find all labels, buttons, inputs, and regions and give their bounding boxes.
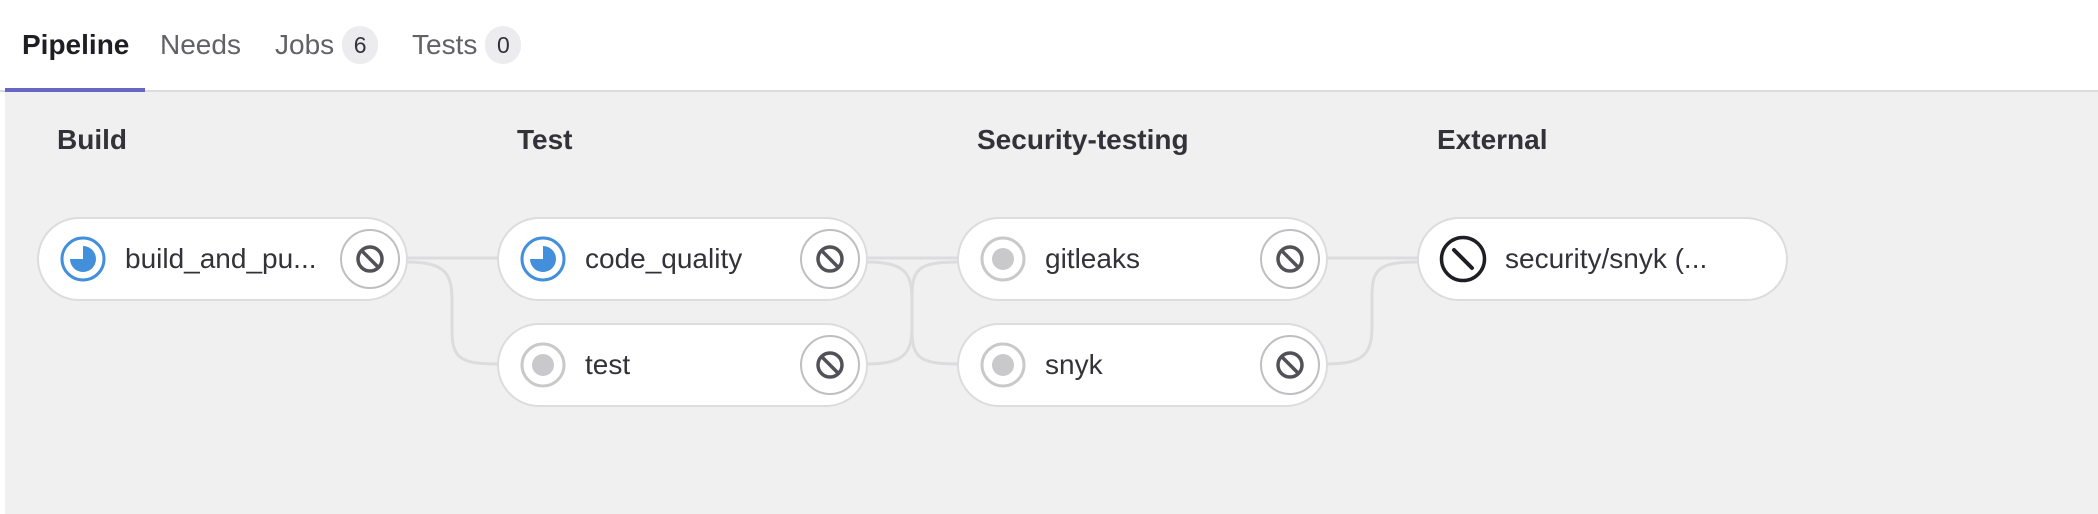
job-security-snyk[interactable]: security/snyk (... — [1417, 217, 1788, 301]
job-gitleaks[interactable]: gitleaks — [957, 217, 1328, 301]
job-name: security/snyk (... — [1505, 243, 1708, 274]
tab-pipeline-label: Pipeline — [22, 29, 130, 60]
job-name: snyk — [1045, 349, 1103, 380]
status-running-icon — [519, 235, 567, 283]
cancel-job-button[interactable] — [800, 229, 860, 289]
tab-needs[interactable]: Needs — [160, 0, 241, 90]
pipeline-page: Pipeline Needs Jobs 6 Tests 0 Build Test… — [0, 0, 2098, 514]
status-created-icon — [519, 341, 567, 389]
cancel-icon — [356, 245, 384, 273]
job-code-quality[interactable]: code_quality — [497, 217, 868, 301]
tab-jobs-label: Jobs — [275, 29, 335, 60]
job-name: build_and_pu... — [125, 243, 317, 274]
stage-title-external: External — [1437, 124, 1548, 155]
cancel-icon — [816, 351, 844, 379]
job-name: code_quality — [585, 243, 743, 274]
job-name: gitleaks — [1045, 243, 1140, 274]
tab-pipeline[interactable]: Pipeline — [5, 0, 146, 92]
jobs-count-badge: 6 — [342, 26, 379, 64]
job-build-and-push[interactable]: build_and_pu... — [37, 217, 408, 301]
cancel-job-button[interactable] — [800, 335, 860, 395]
job-test[interactable]: test — [497, 323, 868, 407]
pipeline-tabs: Pipeline Needs Jobs 6 Tests 0 — [0, 0, 2098, 92]
job-name: test — [585, 349, 631, 380]
cancel-icon — [1276, 245, 1304, 273]
cancel-job-button[interactable] — [1260, 229, 1320, 289]
stage-title-test: Test — [517, 124, 573, 155]
tab-needs-label: Needs — [160, 29, 241, 60]
tests-count-badge: 0 — [485, 26, 522, 64]
stage-title-security-testing: Security-testing — [977, 124, 1189, 155]
tab-tests-label: Tests — [412, 29, 478, 60]
status-created-icon — [979, 341, 1027, 389]
tab-jobs[interactable]: Jobs 6 — [275, 0, 379, 90]
cancel-icon — [1276, 351, 1304, 379]
status-created-icon — [979, 235, 1027, 283]
status-running-icon — [59, 235, 107, 283]
status-skipped-icon — [1439, 235, 1487, 283]
job-snyk[interactable]: snyk — [957, 323, 1328, 407]
stage-title-build: Build — [57, 124, 127, 155]
tab-tests[interactable]: Tests 0 — [412, 0, 522, 90]
cancel-icon — [816, 245, 844, 273]
cancel-job-button[interactable] — [340, 229, 400, 289]
cancel-job-button[interactable] — [1260, 335, 1320, 395]
